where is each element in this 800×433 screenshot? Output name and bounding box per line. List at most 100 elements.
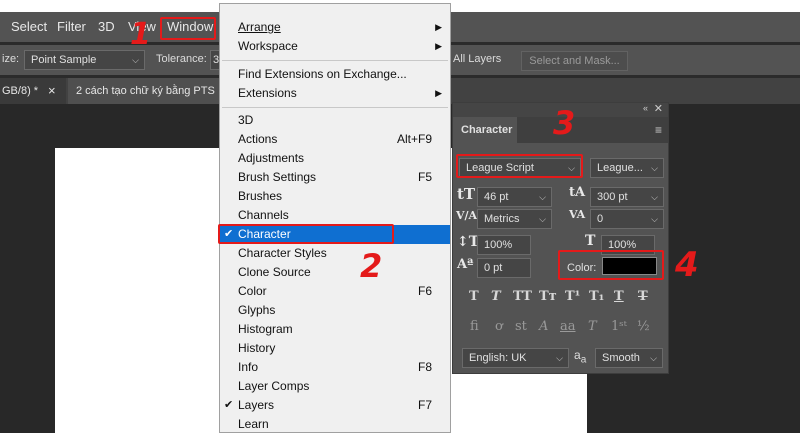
chevron-down-icon: ⌵ bbox=[132, 55, 139, 65]
vertical-scale-value: 100% bbox=[484, 239, 513, 251]
annotation-3: 3 bbox=[553, 104, 576, 142]
chevron-down-icon: ⌵ bbox=[650, 353, 657, 363]
size-label: ize: bbox=[2, 53, 20, 65]
menu-item-channels-label: Channels bbox=[238, 208, 289, 222]
annotation-4: 4 bbox=[675, 245, 699, 285]
subscript-button[interactable]: T₁ bbox=[589, 289, 604, 304]
leading-input[interactable]: 300 pt ⌵ bbox=[590, 187, 664, 207]
menu-item-clone-source[interactable]: Clone Source bbox=[220, 263, 450, 282]
swash-button[interactable]: A bbox=[539, 319, 548, 334]
menu-item-extensions[interactable]: Extensions ▶ bbox=[220, 84, 450, 103]
tab-character[interactable]: Character bbox=[453, 117, 517, 143]
menu-item-brush-settings-label: Brush Settings bbox=[238, 170, 317, 184]
menu-item-arrange[interactable]: Arrange ▶ bbox=[220, 18, 450, 37]
leading-icon: tA bbox=[569, 185, 586, 200]
collapse-icon[interactable]: « bbox=[643, 103, 648, 113]
annotation-1: 1 bbox=[130, 17, 151, 52]
menu-item-color[interactable]: Color F6 bbox=[220, 282, 450, 301]
stylistic-alternates-button[interactable]: aa bbox=[560, 319, 576, 334]
close-icon[interactable]: × bbox=[48, 78, 56, 104]
shortcut-label: F8 bbox=[417, 360, 432, 374]
submenu-arrow-icon: ▶ bbox=[435, 88, 442, 98]
fractions-button[interactable]: ½ bbox=[637, 319, 650, 334]
antialias-select[interactable]: Smooth ⌵ bbox=[595, 348, 663, 368]
menu-item-workspace[interactable]: Workspace ▶ bbox=[220, 37, 450, 56]
shortcut-label: F5 bbox=[417, 170, 432, 184]
menu-item-history-label: History bbox=[238, 341, 276, 355]
menu-select[interactable]: Select bbox=[11, 19, 47, 34]
menu-item-extensions-label: Extensions bbox=[238, 86, 297, 100]
small-caps-button[interactable]: Tт bbox=[539, 289, 557, 304]
font-size-input[interactable]: 46 pt ⌵ bbox=[477, 187, 552, 207]
menu-item-character-styles[interactable]: Character Styles bbox=[220, 244, 450, 263]
language-value: English: UK bbox=[469, 352, 527, 364]
faux-italic-button[interactable]: T bbox=[491, 289, 501, 304]
kerning-icon: V/A bbox=[456, 209, 478, 222]
menu-3d[interactable]: 3D bbox=[98, 19, 115, 34]
vertical-scale-input[interactable]: 100% bbox=[477, 235, 531, 255]
superscript-button[interactable]: T¹ bbox=[565, 289, 580, 304]
font-size-value: 46 pt bbox=[484, 191, 509, 203]
leading-value: 300 pt bbox=[597, 191, 628, 203]
highlight-window-menu bbox=[160, 17, 216, 40]
sample-size-select[interactable]: Point Sample ⌵ bbox=[24, 50, 145, 70]
tab-document-2[interactable]: 2 cách tạo chữ ký bằng PTS bbox=[68, 78, 220, 104]
old-style-button[interactable]: ơ bbox=[495, 319, 503, 334]
menu-item-find-extensions-label: Find Extensions on Exchange... bbox=[238, 67, 407, 81]
menu-item-histogram[interactable]: Histogram bbox=[220, 320, 450, 339]
panel-menu-icon[interactable]: ≡ bbox=[655, 123, 662, 137]
titling-alternates-button[interactable]: T bbox=[588, 319, 597, 334]
highlight-character-item bbox=[218, 224, 394, 244]
faux-bold-button[interactable]: T bbox=[469, 289, 479, 304]
ligatures-button[interactable]: fi bbox=[470, 319, 479, 334]
discretionary-ligatures-button[interactable]: st bbox=[515, 319, 527, 334]
font-style-select[interactable]: League... ⌵ bbox=[590, 158, 664, 178]
chevron-down-icon: ⌵ bbox=[539, 192, 546, 202]
ordinals-button[interactable]: 1ˢᵗ bbox=[611, 319, 627, 334]
menu-item-actions-label: Actions bbox=[238, 132, 278, 146]
sample-size-value: Point Sample bbox=[31, 54, 97, 66]
all-caps-button[interactable]: TT bbox=[513, 289, 532, 304]
chevron-down-icon: ⌵ bbox=[651, 192, 658, 202]
vertical-scale-icon: ↕T bbox=[457, 234, 480, 250]
menu-item-brushes[interactable]: Brushes bbox=[220, 187, 450, 206]
shortcut-label: F7 bbox=[417, 398, 432, 412]
shortcut-label: F6 bbox=[417, 284, 432, 298]
underline-button[interactable]: T bbox=[614, 289, 624, 304]
menu-item-find-extensions[interactable]: Find Extensions on Exchange... bbox=[220, 65, 450, 84]
baseline-shift-input[interactable]: 0 pt bbox=[477, 258, 531, 278]
character-panel: « ✕ Character ≡ League Script ⌵ League..… bbox=[452, 102, 669, 374]
menu-item-brush-settings[interactable]: Brush Settings F5 bbox=[220, 168, 450, 187]
menu-item-layers[interactable]: ✔ Layers F7 bbox=[220, 396, 450, 415]
language-select[interactable]: English: UK ⌵ bbox=[462, 348, 569, 368]
tab-document-1[interactable]: GB/8) * × bbox=[0, 78, 66, 104]
menu-separator bbox=[222, 107, 448, 108]
menu-item-learn[interactable]: Learn bbox=[220, 415, 450, 432]
menu-item-color-label: Color bbox=[238, 284, 267, 298]
tracking-icon: VA bbox=[569, 208, 586, 221]
horizontal-scale-icon: T bbox=[585, 233, 596, 249]
tracking-select[interactable]: 0 ⌵ bbox=[590, 209, 664, 229]
close-icon[interactable]: ✕ bbox=[654, 102, 663, 115]
menu-filter[interactable]: Filter bbox=[57, 19, 86, 34]
menu-item-info[interactable]: Info F8 bbox=[220, 358, 450, 377]
menu-item-brushes-label: Brushes bbox=[238, 189, 283, 203]
shortcut-label: Alt+F9 bbox=[396, 132, 432, 146]
kerning-select[interactable]: Metrics ⌵ bbox=[477, 209, 552, 229]
highlight-font-family bbox=[456, 154, 583, 178]
strikethrough-button[interactable]: T bbox=[638, 289, 648, 304]
tab-document-2-label: 2 cách tạo chữ ký bằng PTS bbox=[76, 85, 215, 97]
submenu-arrow-icon: ▶ bbox=[435, 41, 442, 51]
menu-item-history[interactable]: History bbox=[220, 339, 450, 358]
menu-item-glyphs[interactable]: Glyphs bbox=[220, 301, 450, 320]
menu-item-adjustments[interactable]: Adjustments bbox=[220, 149, 450, 168]
all-layers-checkbox[interactable]: All Layers bbox=[453, 53, 501, 65]
menu-item-layer-comps[interactable]: Layer Comps bbox=[220, 377, 450, 396]
antialias-icon-a2: a bbox=[580, 354, 587, 366]
menu-item-actions[interactable]: Actions Alt+F9 bbox=[220, 130, 450, 149]
menu-item-3d[interactable]: 3D bbox=[220, 111, 450, 130]
kerning-value: Metrics bbox=[484, 213, 520, 225]
select-and-mask-button[interactable]: Select and Mask... bbox=[521, 51, 628, 71]
tolerance-label: Tolerance: bbox=[156, 53, 207, 65]
menu-item-channels[interactable]: Channels bbox=[220, 206, 450, 225]
